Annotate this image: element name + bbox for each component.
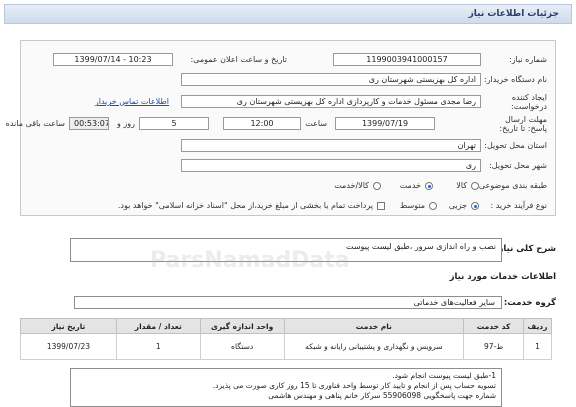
services-table: ردیف کد خدمت نام خدمت واحد اندازه گیری ت… [20,318,552,360]
table-row: 1 ط-97 سرویس و نگهداری و پشتیبانی رایانه… [20,333,552,360]
category-radio-goods[interactable] [471,182,479,190]
category-option-goods: کالا [456,181,467,190]
category-label: طبقه بندی موضوعی: [476,181,547,190]
deadline-time-label: ساعت [305,119,327,128]
page-header: جزئیات اطلاعات نیاز [4,4,572,24]
buyer-field: اداره کل بهزیستی شهرستان ری [181,73,481,86]
buyer-contact-link[interactable]: اطلاعات تماس خریدار [95,97,169,106]
col-service-name: نام خدمت [283,318,465,334]
category-radio-goods-service[interactable] [373,182,381,190]
summary-field: نصب و راه اندازی سرور ،طبق لیست پیوست [70,238,502,262]
creator-field: رضا مجدی مسئول خدمات و کارپردازی اداره ک… [181,95,481,108]
city-field: ری [181,159,481,172]
treasury-payment-checkbox[interactable] [377,202,385,210]
process-radio-medium[interactable] [429,202,437,210]
cell-quantity: 1 [115,333,201,360]
process-radio-minor[interactable] [471,202,479,210]
announce-date-field: 1399/07/14 - 10:23 [53,53,173,66]
creator-label: ایجاد کننده درخواست: [511,93,547,111]
buyer-label: نام دستگاه خریدار: [484,75,547,84]
treasury-payment-note: پرداخت تمام یا بخشی از مبلغ خرید،از محل … [117,201,373,210]
note-line: تسویه حساب پس از انجام و تایید کار توسط … [212,381,496,390]
col-service-code: کد خدمت [463,318,525,334]
category-radio-service[interactable] [425,182,433,190]
service-group-field: سایر فعالیت‌های خدماتی [74,296,502,309]
services-section-title: اطلاعات خدمات مورد نیاز [449,272,556,282]
col-row-number: ردیف [523,318,552,334]
announce-date-label: تاریخ و ساعت اعلان عمومی: [190,55,287,64]
process-option-minor: جزیی [448,201,467,210]
province-field: تهران [181,139,481,152]
category-option-goods-service: کالا/خدمت [334,181,369,190]
need-number-label: شماره نیاز: [509,55,547,64]
remaining-time-field: 00:53:07 [69,117,109,130]
days-field: 5 [139,117,209,130]
note-line: شماره جهت پاسخگویی 55906098 سرکار خانم پ… [268,391,496,400]
city-label: شهر محل تحویل: [489,161,547,170]
deadline-date-field: 1399/07/19 [335,117,435,130]
cell-unit: دستگاه [199,333,285,360]
deadline-label: مهلت ارسال پاسخ: تا تاریخ: [499,115,547,133]
service-group-label: گروه خدمت: [503,298,556,308]
province-label: استان محل تحویل: [484,141,547,150]
table-header-row: ردیف کد خدمت نام خدمت واحد اندازه گیری ت… [20,318,552,334]
days-label: روز و [117,119,135,128]
cell-need-date: 1399/07/23 [20,333,117,360]
note-line: 1-طبق لیست پیوست انجام شود. [392,371,496,380]
category-option-service: خدمت [399,181,421,190]
col-unit: واحد اندازه گیری [199,318,285,334]
cell-service-name: سرویس و نگهداری و پشتیبانی رایانه و شبکه [283,333,465,360]
process-label: نوع فرآیند خرید : [490,201,547,210]
buyer-notes: 1-طبق لیست پیوست انجام شود. تسویه حساب پ… [70,368,502,407]
need-details-panel: شماره نیاز: 1199003941000157 تاریخ و ساع… [6,40,556,216]
remaining-time-label: ساعت باقی مانده [5,119,65,128]
cell-row-number: 1 [523,333,552,360]
page-title: جزئیات اطلاعات نیاز [468,9,559,19]
summary-label: شرح کلی نیاز: [495,244,556,254]
cell-service-code: ط-97 [463,333,525,360]
col-need-date: تاریخ نیاز [20,318,117,334]
need-number-field: 1199003941000157 [333,53,481,66]
process-option-medium: متوسط [399,201,425,210]
deadline-time-field: 12:00 [223,117,301,130]
col-quantity: تعداد / مقدار [115,318,201,334]
